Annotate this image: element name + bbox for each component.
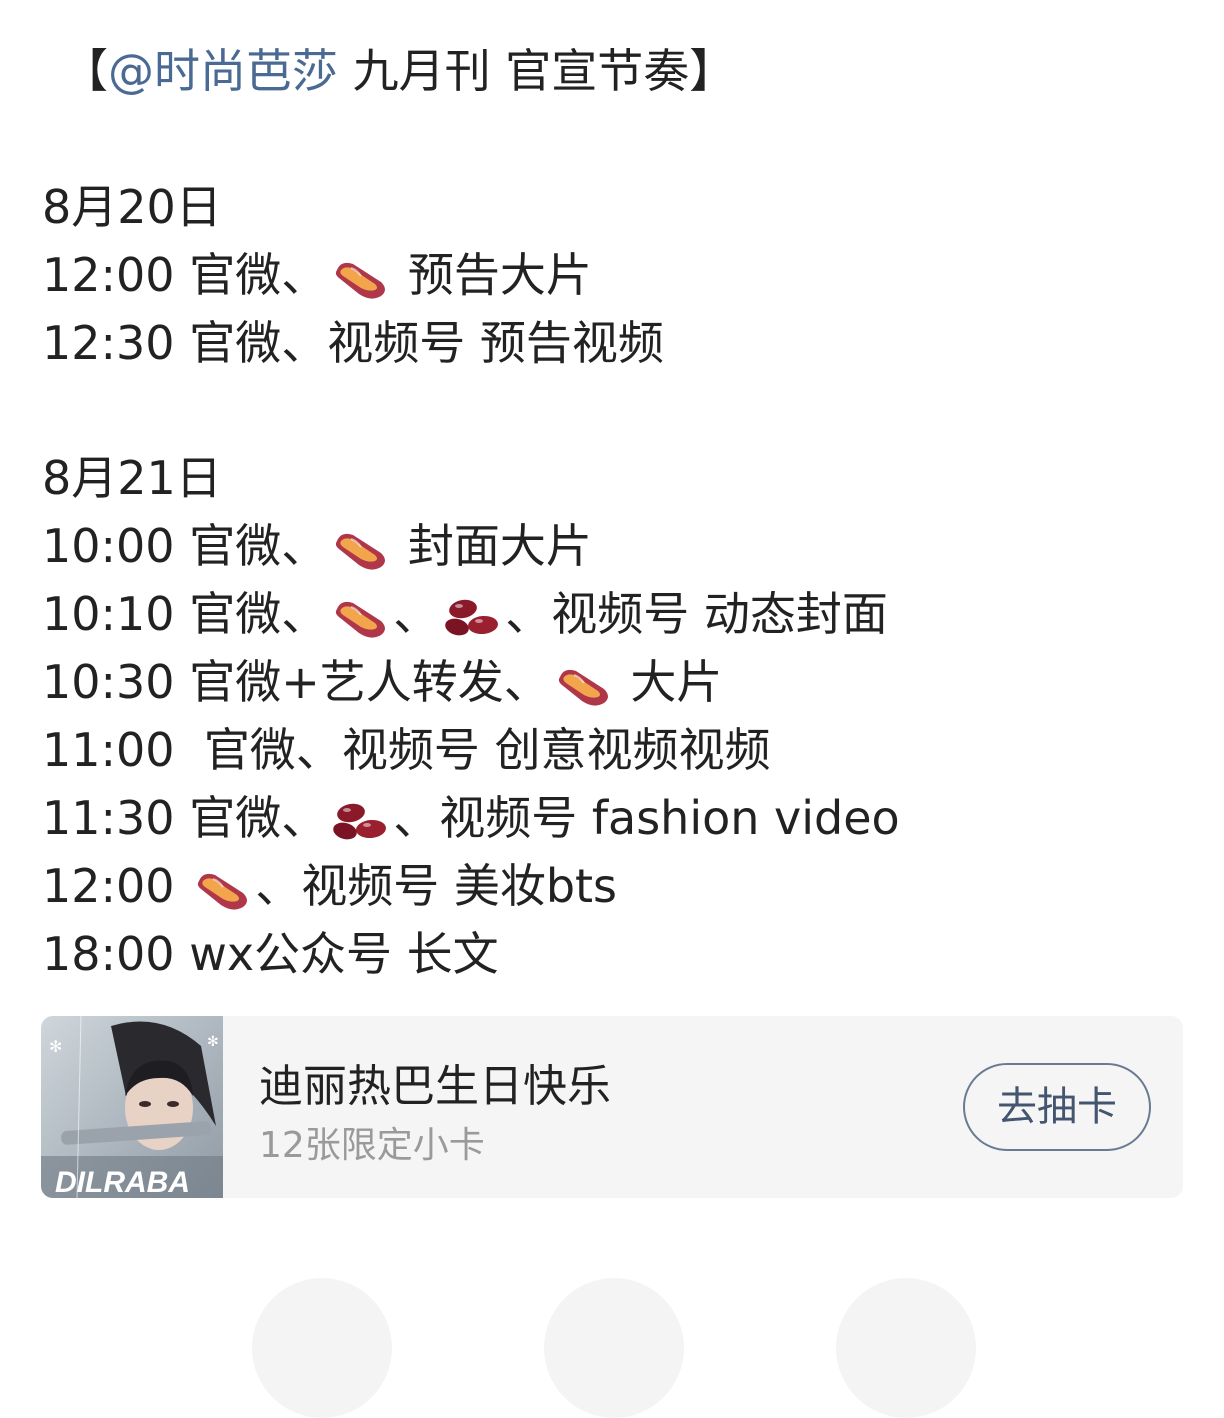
entry-time: 11:00 bbox=[42, 723, 175, 777]
entry-time: 10:30 bbox=[42, 655, 175, 709]
beans-icon bbox=[333, 803, 387, 839]
previous-content-cutoff: …… bbox=[210, 0, 450, 8]
entry-time: 12:00 bbox=[42, 859, 175, 913]
entry-time: 12:30 bbox=[42, 316, 175, 370]
beans-icon bbox=[445, 599, 499, 635]
schedule-entry: 10:00 官微、 封面大片 bbox=[42, 512, 1184, 580]
entry-text: 、视频号 美妆bts bbox=[255, 859, 618, 913]
entry-text: 官微+艺人转发、 bbox=[174, 655, 550, 709]
card-thumbnail-image: ✻ ✻ DILRABA bbox=[41, 1016, 223, 1198]
entry-text: 大片 bbox=[615, 655, 723, 709]
entry-text: 官微、视频号 创意视频视频 bbox=[174, 723, 771, 777]
schedule-entry: 10:30 官微+艺人转发、 大片 bbox=[42, 648, 1184, 716]
mention-link[interactable]: @时尚芭莎 bbox=[108, 44, 338, 98]
schedule-date: 8月21日 bbox=[42, 451, 222, 505]
sweet-potato-icon bbox=[336, 262, 386, 299]
entry-time: 10:00 bbox=[42, 519, 175, 573]
schedule-entry: 10:10 官微、 、 、视频号 动态封面 bbox=[42, 580, 1184, 648]
card-thumb-text: DILRABA bbox=[55, 1166, 190, 1198]
post-title: 【@时尚芭莎 九月刊 官宣节奏】 bbox=[62, 36, 1184, 106]
entry-text: 、视频号 动态封面 bbox=[505, 587, 888, 641]
title-bracket-open: 【 bbox=[62, 44, 108, 98]
action-button-partial[interactable] bbox=[252, 1278, 392, 1418]
entry-text: 官微、 bbox=[174, 791, 328, 845]
card-subtitle: 12张限定小卡 bbox=[259, 1125, 485, 1166]
entry-text: 封面大片 bbox=[393, 519, 592, 573]
entry-text: 、视频号 fashion video bbox=[393, 791, 900, 845]
title-text: 九月刊 官宣节奏】 bbox=[338, 44, 736, 98]
sweet-potato-icon bbox=[336, 533, 386, 570]
entry-time: 18:00 bbox=[42, 927, 175, 981]
schedule-entry: 12:00 、视频号 美妆bts bbox=[42, 852, 1184, 920]
entry-text: 预告大片 bbox=[393, 248, 592, 302]
entry-time: 10:10 bbox=[42, 587, 175, 641]
entry-text bbox=[175, 859, 190, 913]
promo-card[interactable]: ✻ ✻ DILRABA 迪丽热巴生日快乐 12张限定小卡 去抽卡 bbox=[41, 1016, 1183, 1198]
entry-time: 12:00 bbox=[42, 248, 175, 302]
entry-time: 11:30 bbox=[42, 791, 175, 845]
sweet-potato-icon bbox=[336, 601, 386, 638]
schedule-entry: 12:00 官微、 预告大片 bbox=[42, 241, 1184, 309]
card-title: 迪丽热巴生日快乐 bbox=[259, 1061, 611, 1112]
schedule: 8月20日 12:00 官微、 预告大片 12:30 官微、视频号 预告视频 8月21… bbox=[42, 106, 1184, 988]
schedule-entry: 18:00 wx公众号 长文 bbox=[42, 920, 1184, 988]
entry-text: wx公众号 长文 bbox=[174, 927, 499, 981]
entry-text: 、 bbox=[393, 587, 440, 641]
svg-text:✻: ✻ bbox=[49, 1037, 62, 1056]
svg-text:✻: ✻ bbox=[207, 1034, 219, 1050]
schedule-entry: 12:30 官微、视频号 预告视频 bbox=[42, 309, 1184, 377]
draw-card-button[interactable]: 去抽卡 bbox=[963, 1063, 1151, 1151]
sweet-potato-icon bbox=[198, 873, 248, 910]
entry-text: 官微、视频号 预告视频 bbox=[174, 316, 664, 370]
entry-text: 官微、 bbox=[174, 587, 328, 641]
post-body: 【@时尚芭莎 九月刊 官宣节奏】 8月20日 12:00 官微、 预告大片 12:3… bbox=[42, 36, 1184, 988]
schedule-entry: 11:00 官微、视频号 创意视频视频 bbox=[42, 716, 1184, 784]
schedule-date: 8月20日 bbox=[42, 180, 222, 234]
sweet-potato-icon bbox=[558, 669, 608, 706]
schedule-entry: 11:30 官微、 、视频号 fashion video bbox=[42, 784, 1184, 852]
entry-text: 官微、 bbox=[174, 519, 328, 573]
entry-text: 官微、 bbox=[174, 248, 328, 302]
action-button-partial[interactable] bbox=[836, 1278, 976, 1418]
action-button-partial[interactable] bbox=[544, 1278, 684, 1418]
